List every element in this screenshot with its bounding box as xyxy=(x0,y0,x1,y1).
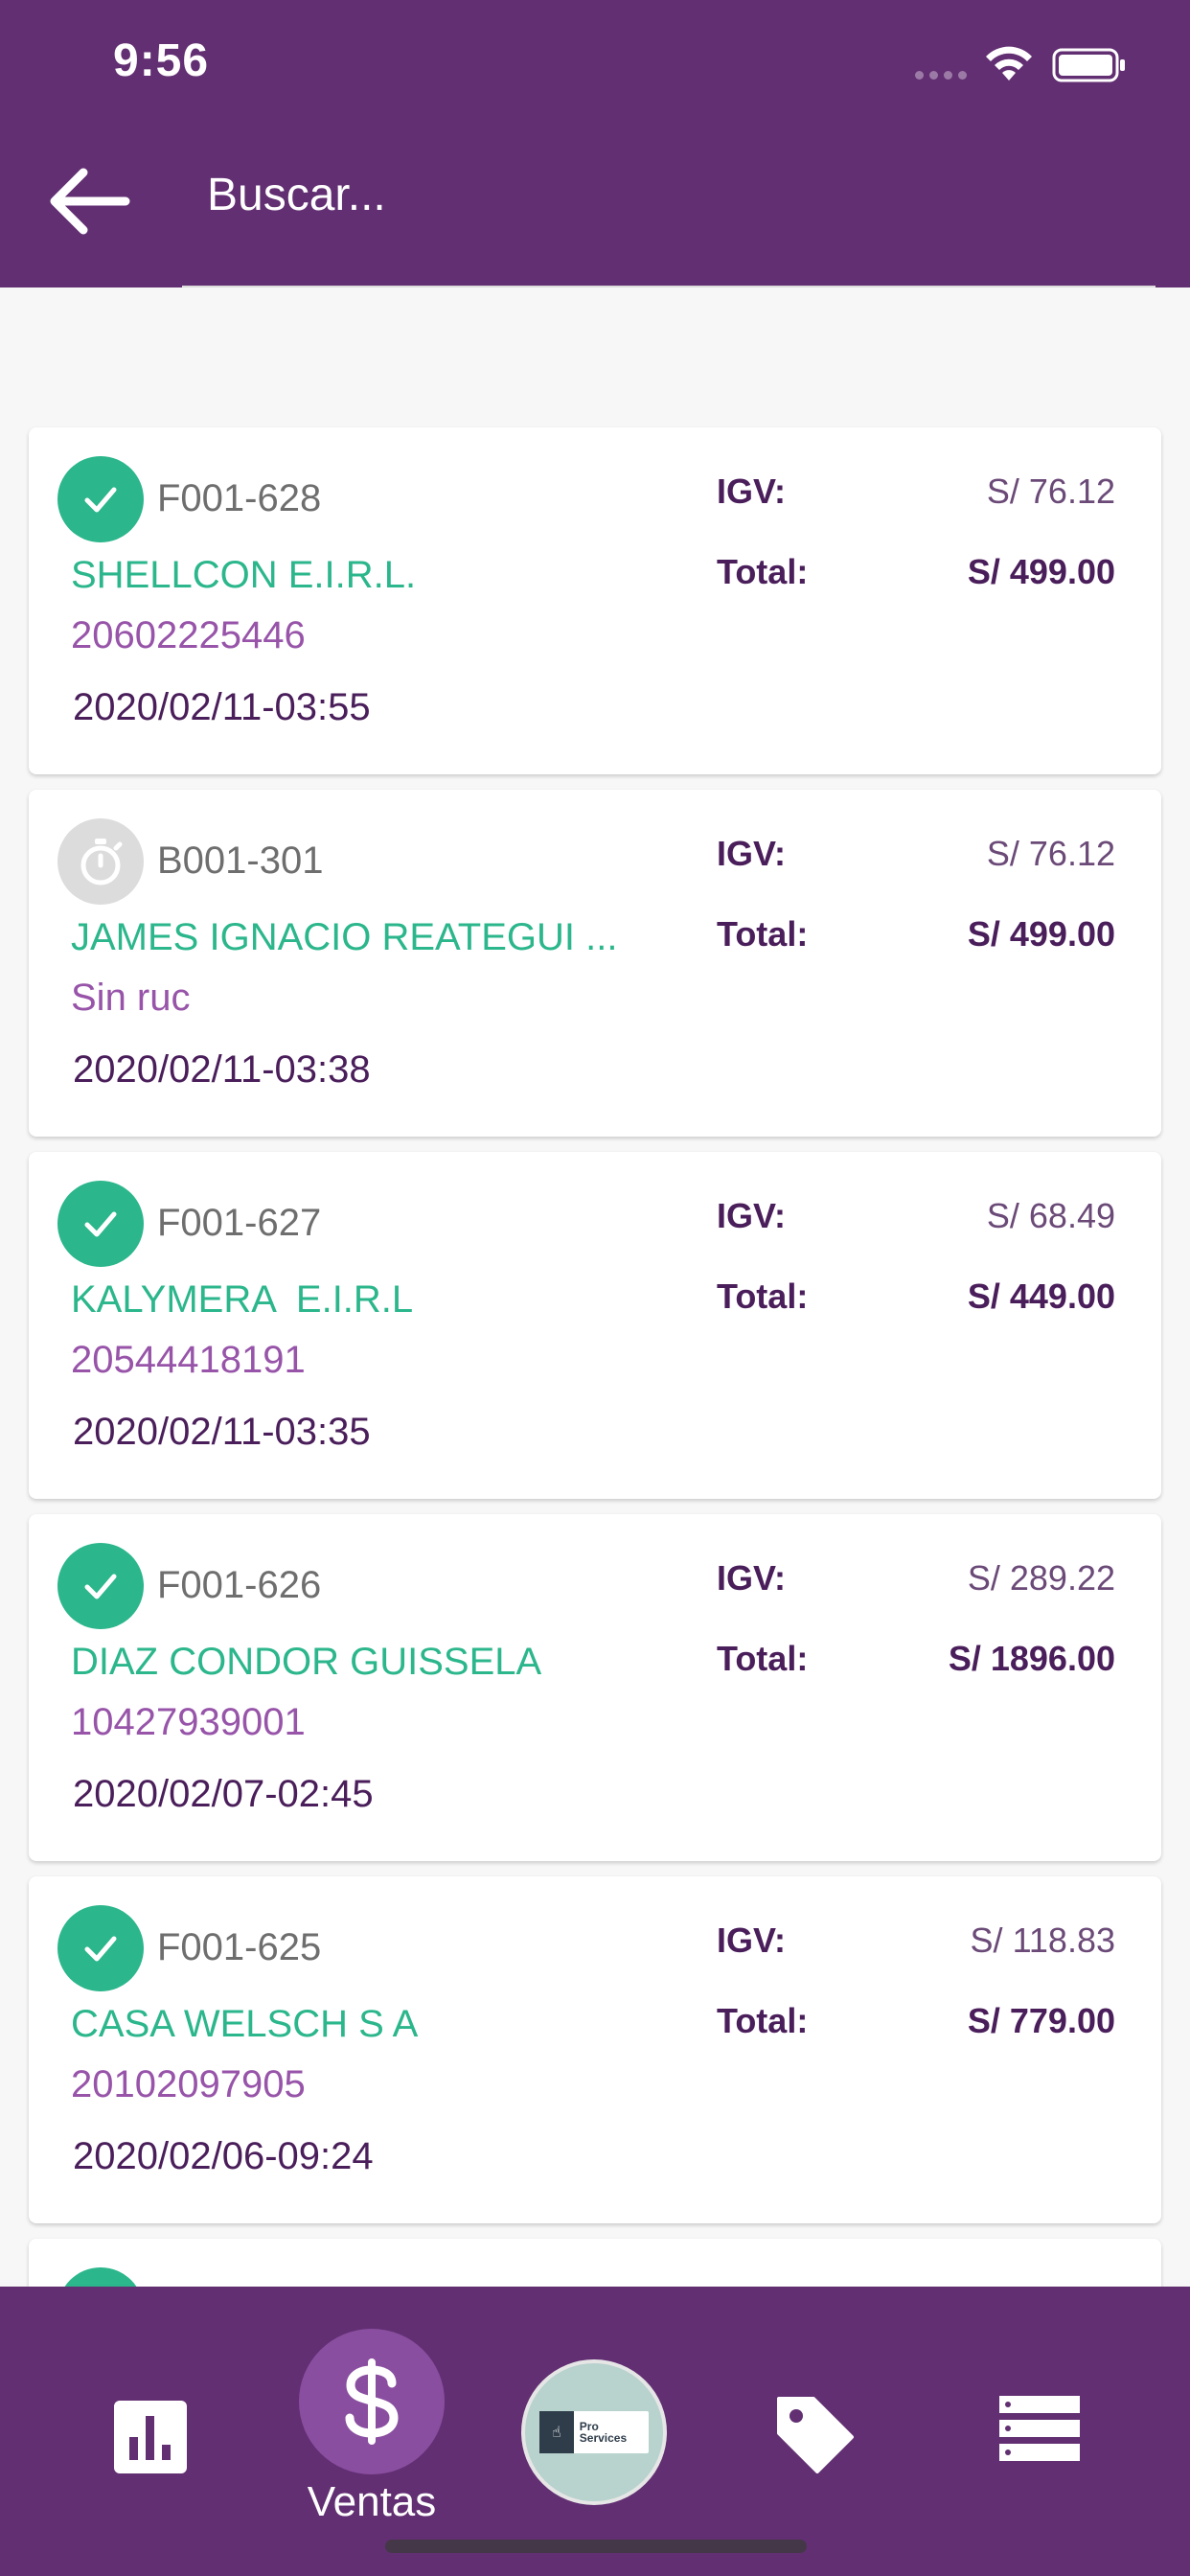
app-header: 9:56 xyxy=(0,0,1190,288)
total-value: S/ 499.00 xyxy=(967,914,1115,954)
client-name: KALYMERA E.I.R.L xyxy=(71,1278,414,1321)
invoice-card[interactable]: F001-628 SHELLCON E.I.R.L. 20602225446 2… xyxy=(29,427,1161,774)
client-name: DIAZ CONDOR GUISSELA xyxy=(71,1641,542,1683)
total-label: Total: xyxy=(717,1276,809,1316)
igv-value: S/ 68.49 xyxy=(986,1196,1115,1235)
client-ruc: 20602225446 xyxy=(71,614,306,656)
check-circle-icon xyxy=(57,1543,144,1629)
nav-list[interactable] xyxy=(996,2390,1083,2467)
arrow-left-icon xyxy=(50,168,130,235)
home-indicator xyxy=(385,2540,807,2553)
invoice-card[interactable]: F001-627 KALYMERA E.I.R.L 20544418191 20… xyxy=(29,1152,1161,1499)
pro-services-logo: ☝ Pro Services xyxy=(539,2411,649,2453)
invoice-card[interactable]: B001-301 JAMES IGNACIO REATEGUI ... Sin … xyxy=(29,790,1161,1137)
stopwatch-icon xyxy=(57,818,144,905)
client-name: SHELLCON E.I.R.L. xyxy=(71,554,417,596)
igv-value: S/ 76.12 xyxy=(986,472,1115,511)
dollar-icon xyxy=(345,2358,399,2445)
client-ruc: 20102097905 xyxy=(71,2063,306,2105)
invoice-list: F001-628 SHELLCON E.I.R.L. 20602225446 2… xyxy=(29,427,1161,2576)
client-ruc: 10427939001 xyxy=(71,1701,306,1743)
invoice-datetime: 2020/02/11-03:38 xyxy=(73,1048,371,1091)
nav-sales-label[interactable]: Ventas xyxy=(278,2478,466,2526)
total-label: Total: xyxy=(717,552,809,591)
client-name: CASA WELSCH S A xyxy=(71,2003,419,2045)
total-value: S/ 1896.00 xyxy=(948,1639,1115,1678)
invoice-datetime: 2020/02/07-02:45 xyxy=(73,1773,374,1815)
search-input[interactable] xyxy=(207,169,1069,221)
igv-value: S/ 76.12 xyxy=(986,834,1115,873)
igv-label: IGV: xyxy=(717,834,787,873)
igv-label: IGV: xyxy=(717,472,787,511)
document-number: F001-625 xyxy=(157,1926,322,1968)
battery-icon xyxy=(1052,48,1125,82)
list-icon xyxy=(999,2396,1080,2461)
total-label: Total: xyxy=(717,1639,809,1678)
nav-pro-services[interactable]: ☝ Pro Services xyxy=(521,2359,667,2505)
total-value: S/ 779.00 xyxy=(967,2001,1115,2040)
check-circle-icon xyxy=(57,1181,144,1267)
bar-chart-icon xyxy=(114,2401,187,2473)
check-circle-icon xyxy=(57,1905,144,1991)
total-value: S/ 499.00 xyxy=(967,552,1115,591)
nav-sales[interactable] xyxy=(299,2329,445,2474)
client-ruc: Sin ruc xyxy=(71,977,191,1019)
total-label: Total: xyxy=(717,2001,809,2040)
total-label: Total: xyxy=(717,914,809,954)
total-value: S/ 449.00 xyxy=(967,1276,1115,1316)
bottom-navigation: Ventas ☝ Pro Services xyxy=(0,2287,1190,2576)
nav-products[interactable] xyxy=(768,2388,860,2480)
document-number: F001-627 xyxy=(157,1202,322,1244)
document-number: F001-628 xyxy=(157,477,322,519)
invoice-datetime: 2020/02/11-03:55 xyxy=(73,686,371,728)
signal-icon xyxy=(915,71,967,80)
invoice-card[interactable]: F001-626 DIAZ CONDOR GUISSELA 1042793900… xyxy=(29,1514,1161,1861)
document-number: F001-626 xyxy=(157,1564,322,1606)
client-name: JAMES IGNACIO REATEGUI ... xyxy=(71,916,618,958)
invoice-datetime: 2020/02/06-09:24 xyxy=(73,2135,374,2177)
wifi-icon xyxy=(986,46,1032,80)
igv-label: IGV: xyxy=(717,1558,787,1598)
igv-value: S/ 118.83 xyxy=(970,1920,1115,1960)
igv-label: IGV: xyxy=(717,1920,787,1960)
invoice-datetime: 2020/02/11-03:35 xyxy=(73,1411,371,1453)
document-number: B001-301 xyxy=(157,840,324,882)
status-time: 9:56 xyxy=(113,35,210,86)
tag-icon xyxy=(777,2397,854,2473)
client-ruc: 20544418191 xyxy=(71,1339,306,1381)
logo-text: Pro Services xyxy=(579,2420,628,2445)
check-circle-icon xyxy=(57,456,144,542)
igv-value: S/ 289.22 xyxy=(967,1558,1115,1598)
nav-reports[interactable] xyxy=(105,2392,195,2482)
back-button[interactable] xyxy=(34,153,140,249)
hand-pointer-icon: ☝ xyxy=(539,2411,574,2453)
igv-label: IGV: xyxy=(717,1196,787,1235)
search-underline xyxy=(182,286,1156,288)
invoice-card[interactable]: F001-625 CASA WELSCH S A 20102097905 202… xyxy=(29,1876,1161,2223)
